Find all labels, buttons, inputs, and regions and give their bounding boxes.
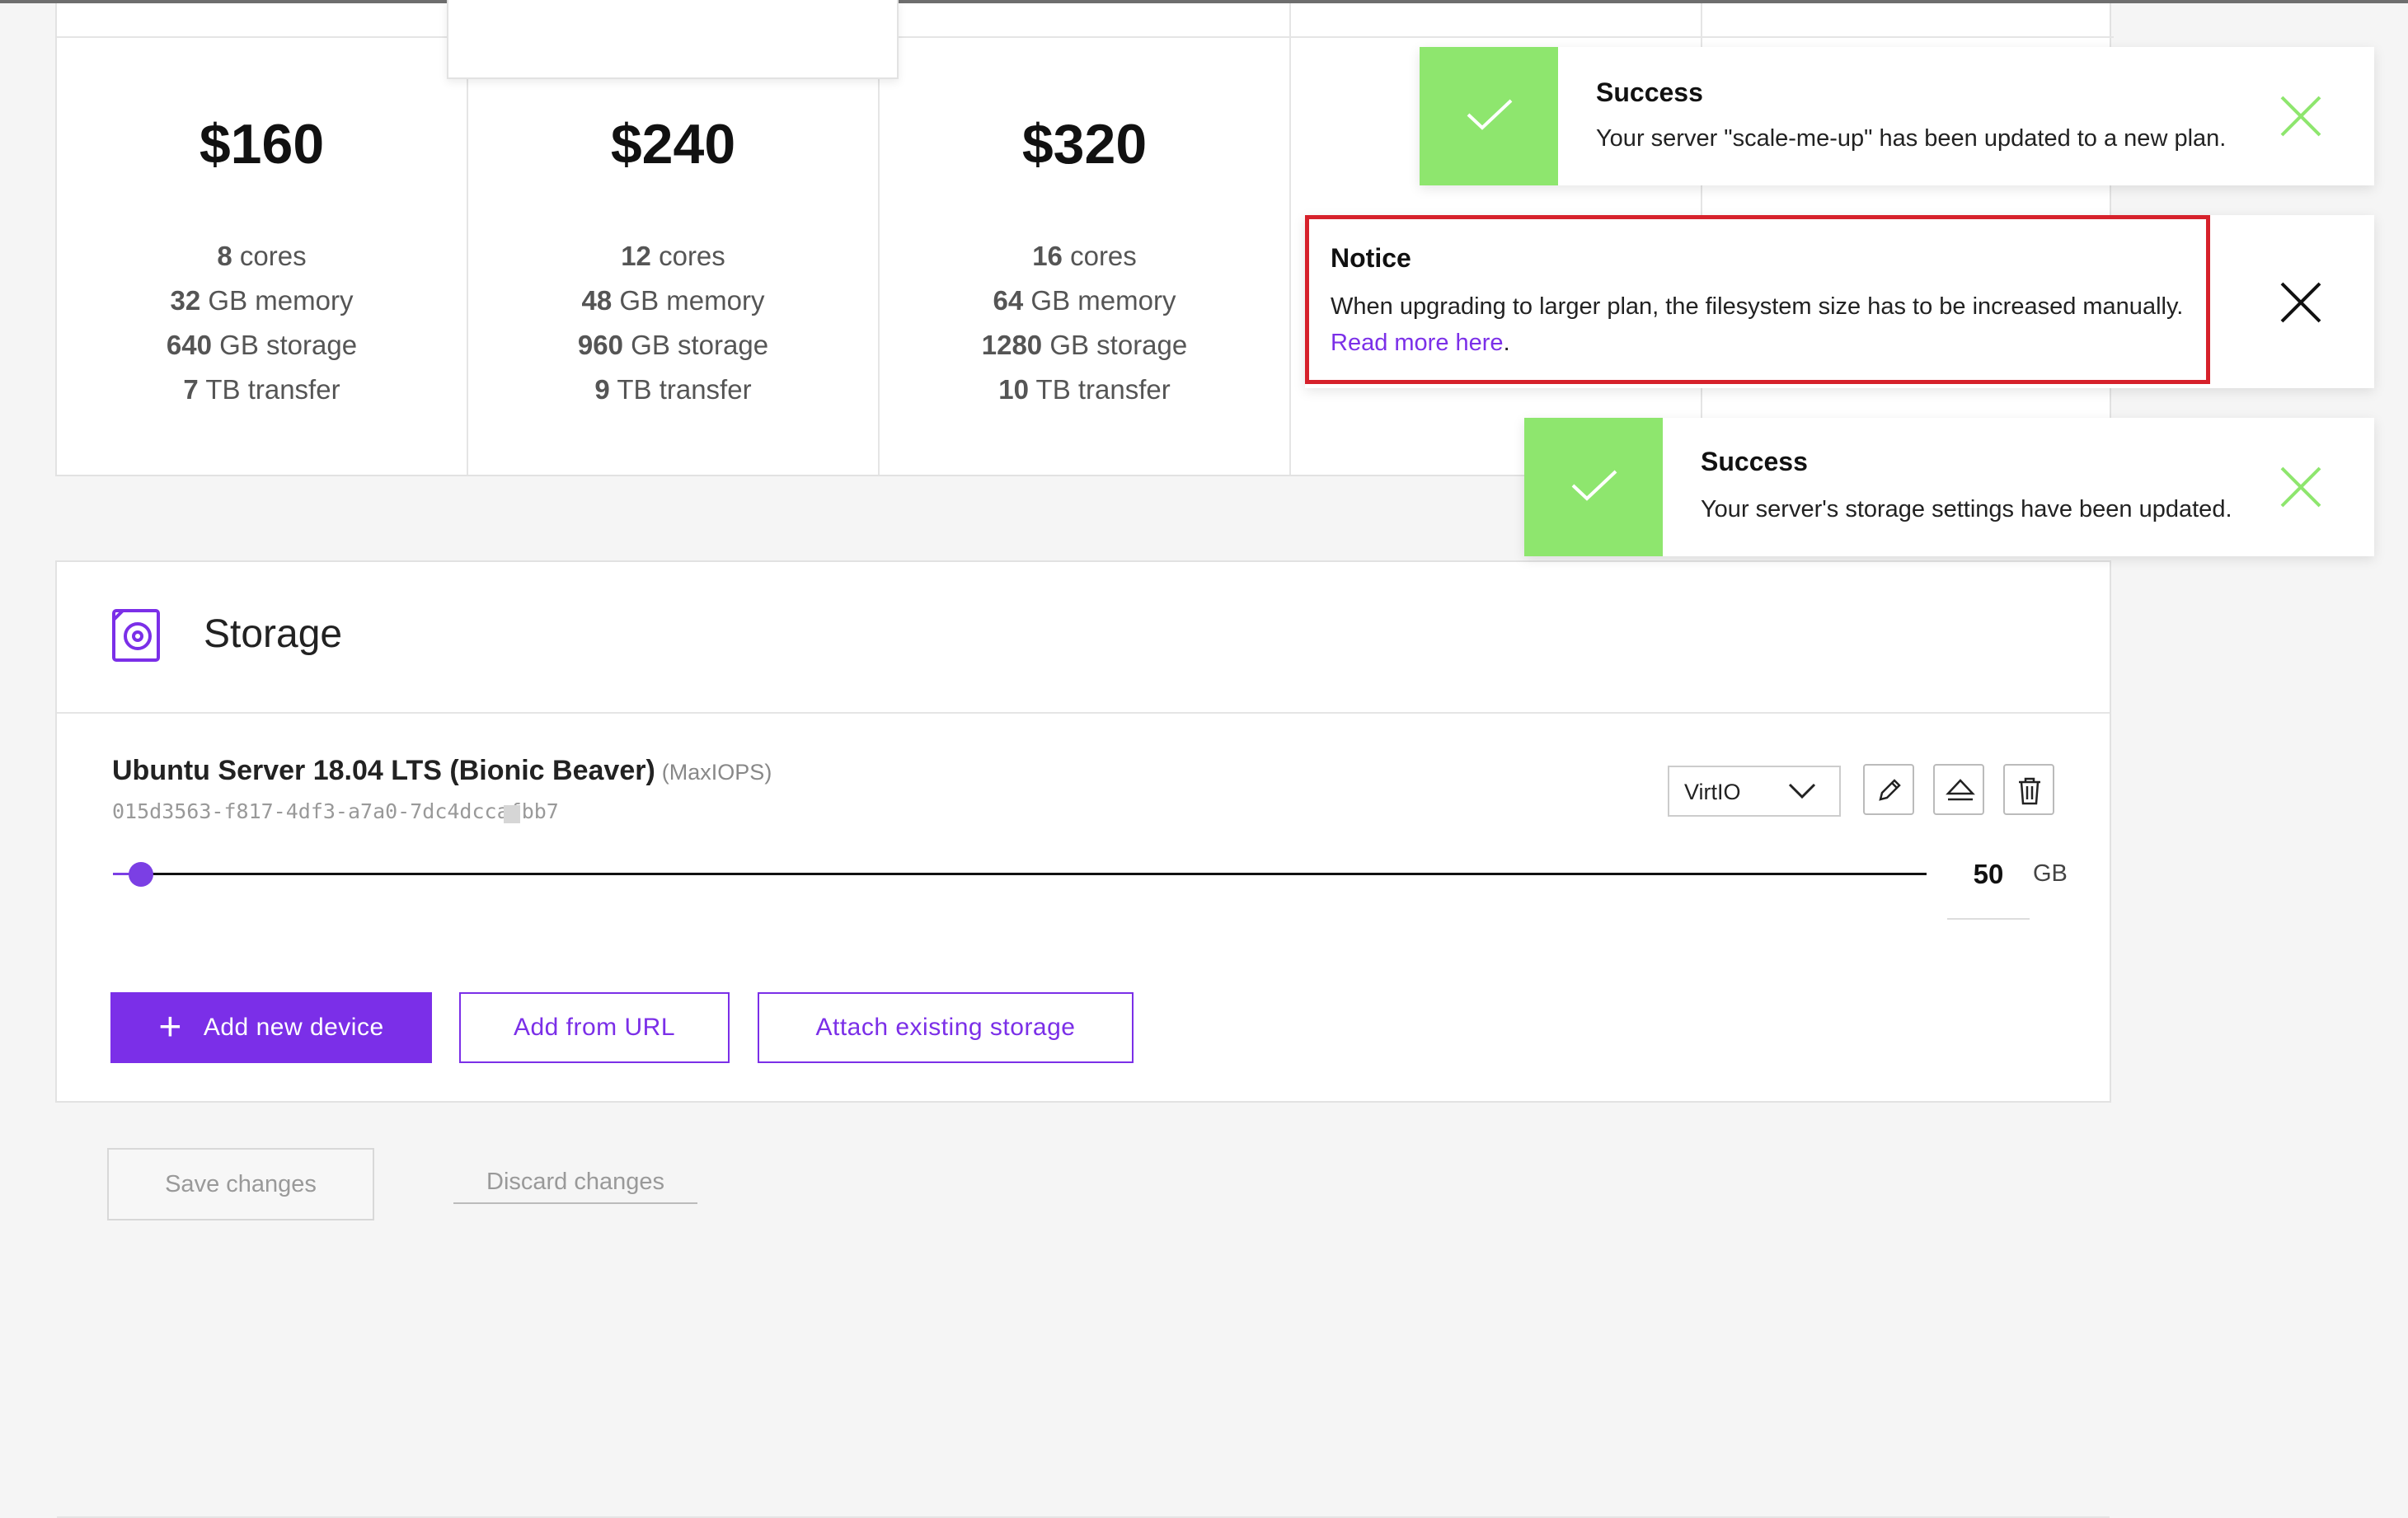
selected-plan-tab: [447, 0, 899, 79]
plan-cores: 12: [621, 241, 651, 271]
close-icon[interactable]: [2279, 95, 2322, 142]
disk-icon: [111, 608, 161, 663]
plan-specs: 8 cores 32 GB memory 640 GB storage 7 TB…: [57, 234, 467, 412]
plan-memory-label: GB memory: [208, 285, 354, 316]
plan-storage: 640: [166, 330, 212, 360]
edit-button[interactable]: [1863, 764, 1914, 815]
add-new-device-button[interactable]: + Add new device: [110, 992, 432, 1063]
close-icon[interactable]: [2279, 466, 2322, 513]
success-toast: Success Your server's storage settings h…: [1524, 418, 2374, 556]
plan-cores: 16: [1032, 241, 1063, 271]
copy-icon[interactable]: [504, 804, 522, 823]
chevron-down-icon: [1788, 783, 1816, 799]
checkmark-icon: [1467, 99, 1513, 130]
attach-existing-storage-button[interactable]: Attach existing storage: [758, 992, 1134, 1063]
success-toast: Success Your server "scale-me-up" has be…: [1420, 47, 2374, 185]
plan-memory-label: GB memory: [619, 285, 765, 316]
plan-card[interactable]: $160 8 cores 32 GB memory 640 GB storage…: [57, 3, 468, 475]
plan-storage: 960: [577, 330, 623, 360]
size-slider-thumb[interactable]: [129, 862, 153, 887]
highlight-box: [1305, 215, 2210, 384]
plan-cores-label: cores: [239, 241, 307, 271]
size-slider-track[interactable]: [113, 873, 1927, 875]
controller-select-value: VirtIO: [1684, 780, 1741, 804]
plan-cores-label: cores: [1070, 241, 1137, 271]
plan-cores: 8: [217, 241, 232, 271]
plan-price: $160: [199, 113, 325, 176]
device-name-text: Ubuntu Server 18.04 LTS (Bionic Beaver): [112, 755, 655, 786]
plan-memory: 32: [170, 285, 201, 316]
close-icon[interactable]: [2279, 281, 2322, 328]
toast-title: Success: [1701, 447, 1808, 476]
plan-card-top: [1702, 3, 2114, 38]
plan-card[interactable]: $320 16 cores 64 GB memory 1280 GB stora…: [880, 3, 1291, 475]
plan-transfer: 10: [998, 374, 1029, 405]
pencil-icon: [1879, 779, 1901, 801]
plan-transfer-label: TB transfer: [1035, 374, 1171, 405]
discard-changes-link[interactable]: Discard changes: [453, 1169, 697, 1204]
plan-memory: 48: [581, 285, 613, 316]
plan-storage-label: GB storage: [631, 330, 769, 360]
device-name: Ubuntu Server 18.04 LTS (Bionic Beaver)(…: [112, 755, 772, 787]
device-uuid: 015d3563-f817-4df3-a7a0-7dc4dccafbb7: [112, 799, 559, 823]
plus-icon: +: [158, 1005, 182, 1049]
plan-transfer-label: TB transfer: [205, 374, 340, 405]
plan-storage: 1280: [981, 330, 1043, 360]
plan-transfer: 7: [183, 374, 199, 405]
plan-card-top: [880, 3, 1289, 38]
toast-message: Your server "scale-me-up" has been updat…: [1596, 125, 2227, 152]
size-unit: GB: [2033, 860, 2068, 887]
plan-card-top: [57, 3, 467, 38]
plan-price: $320: [1021, 113, 1148, 176]
plan-specs: 16 cores 64 GB memory 1280 GB storage 10…: [880, 234, 1289, 412]
storage-title: Storage: [204, 612, 343, 656]
plan-transfer: 9: [594, 374, 610, 405]
save-changes-button[interactable]: Save changes: [107, 1148, 374, 1220]
success-indicator: [1524, 418, 1663, 556]
size-input[interactable]: 50: [1947, 859, 2030, 920]
storage-header: Storage: [57, 562, 2110, 714]
checkmark-icon: [1571, 470, 1617, 501]
plan-storage-label: GB storage: [1049, 330, 1188, 360]
device-tier: (MaxIOPS): [661, 760, 772, 785]
add-new-device-label: Add new device: [203, 1014, 384, 1041]
plan-card-top: [1291, 3, 1701, 38]
add-from-url-button[interactable]: Add from URL: [459, 992, 730, 1063]
plan-memory-label: GB memory: [1030, 285, 1176, 316]
toast-message: Your server's storage settings have been…: [1701, 496, 2232, 522]
toast-title: Success: [1596, 77, 1703, 107]
plan-transfer-label: TB transfer: [617, 374, 752, 405]
plan-memory: 64: [993, 285, 1024, 316]
plan-storage-label: GB storage: [219, 330, 358, 360]
plan-price: $240: [610, 113, 736, 176]
plan-cores-label: cores: [659, 241, 725, 271]
trash-icon: [2019, 777, 2040, 805]
delete-button[interactable]: [2003, 764, 2054, 815]
controller-select[interactable]: VirtIO: [1668, 766, 1841, 817]
plan-specs: 12 cores 48 GB memory 960 GB storage 9 T…: [468, 234, 878, 412]
eject-icon: [1946, 779, 1975, 801]
success-indicator: [1420, 47, 1558, 185]
eject-button[interactable]: [1933, 764, 1984, 815]
